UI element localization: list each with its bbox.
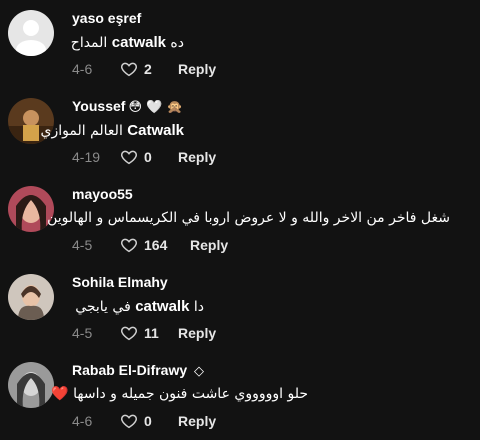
avatar[interactable] <box>8 362 54 408</box>
username[interactable]: Rabab El-Difrawy ◇ <box>72 362 204 379</box>
comment-date: 4-5 <box>72 325 93 341</box>
like-count: 11 <box>144 325 159 341</box>
like-button[interactable]: 0 <box>120 412 178 430</box>
comment-item: yaso eşref ده catwalk المداح 4-6 2 Reply <box>0 0 480 88</box>
heart-icon <box>121 238 137 253</box>
reply-button[interactable]: Reply <box>178 325 216 341</box>
reply-button[interactable]: Reply <box>178 61 216 77</box>
like-button[interactable]: 164 <box>120 236 190 254</box>
comment-date: 4-6 <box>72 61 93 77</box>
like-button[interactable]: 0 <box>120 148 178 166</box>
comment-meta: 4-19 0 Reply <box>72 148 216 166</box>
comment-meta: 4-6 0 Reply <box>72 412 216 430</box>
comment-text: ده catwalk المداح <box>70 34 184 51</box>
comment-meta: 4-5 11 Reply <box>72 324 216 342</box>
heart-icon <box>121 150 137 165</box>
username[interactable]: mayoo55 <box>72 186 133 202</box>
comment-text: دا catwalk في يابجي <box>75 298 204 315</box>
username[interactable]: Sohila Elmahy <box>72 274 168 290</box>
reply-button[interactable]: Reply <box>178 149 216 165</box>
username[interactable]: yaso eşref <box>72 10 141 26</box>
comment-item: Rabab El-Difrawy ◇ حلو اوووووي عاشت فنون… <box>0 352 480 440</box>
comment-item: mayoo55 شغل فاخر من الاخر والله و لا عرو… <box>0 176 480 264</box>
comment-item: Sohila Elmahy دا catwalk في يابجي 4-5 11… <box>0 264 480 352</box>
comment-date: 4-19 <box>72 149 101 165</box>
heart-icon <box>121 62 137 77</box>
username-emojis: 😳 🤍 🙊 <box>128 100 183 115</box>
like-count: 0 <box>144 149 152 165</box>
comment-text: شغل فاخر من الاخر والله و لا عروض اروبا … <box>47 210 450 226</box>
avatar[interactable] <box>8 274 54 320</box>
comment-item: Youssef 😳 🤍 🙊 Catwalk العالم الموازي 4-19… <box>0 88 480 176</box>
username-emojis: ◇ <box>194 364 205 379</box>
reply-button[interactable]: Reply <box>190 237 228 253</box>
heart-icon <box>121 326 137 341</box>
heart-emoji: ❤️ <box>51 386 69 402</box>
heart-icon <box>121 414 137 429</box>
comment-date: 4-5 <box>72 237 93 253</box>
like-count: 2 <box>144 61 152 77</box>
avatar[interactable] <box>8 10 54 56</box>
comment-text: Catwalk العالم الموازي <box>40 122 184 139</box>
comment-text: حلو اوووووي عاشت فنون جميله و داسها ❤️ <box>51 386 308 402</box>
like-count: 0 <box>144 413 152 429</box>
like-button[interactable]: 2 <box>120 60 178 78</box>
reply-button[interactable]: Reply <box>178 413 216 429</box>
username[interactable]: Youssef 😳 🤍 🙊 <box>72 98 183 115</box>
comment-meta: 4-6 2 Reply <box>72 60 216 78</box>
like-count: 164 <box>144 237 168 253</box>
comment-meta: 4-5 164 Reply <box>72 236 228 254</box>
comment-date: 4-6 <box>72 413 93 429</box>
like-button[interactable]: 11 <box>120 324 178 342</box>
